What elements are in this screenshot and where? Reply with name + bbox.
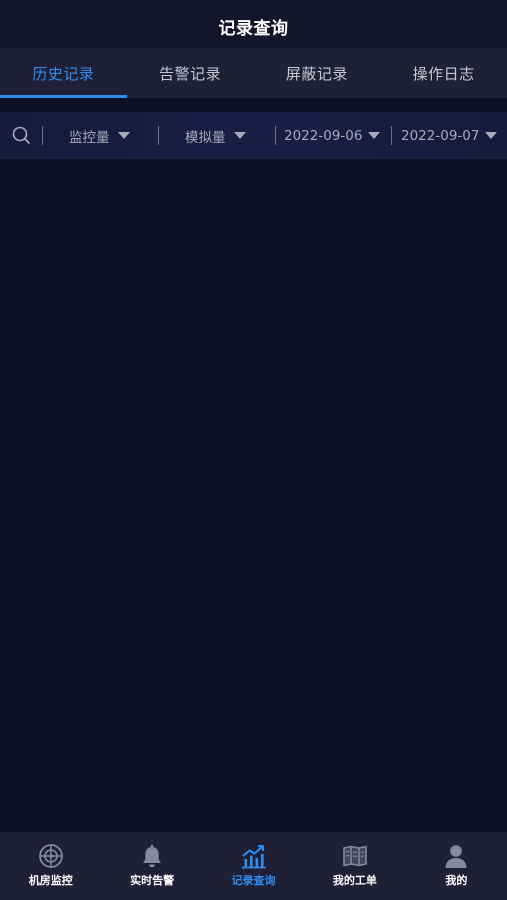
start-date-value: 2022-09-06 [284,127,363,144]
tab-history-records[interactable]: 历史记录 [0,48,127,98]
work-order-icon [342,843,368,869]
end-date-picker[interactable]: 2022-09-07 [401,112,498,159]
radar-icon [38,843,64,869]
caret-down-icon [233,132,246,139]
bell-icon [139,843,165,869]
record-tabs: 历史记录 告警记录 屏蔽记录 操作日志 [0,48,507,98]
tab-alarm-records[interactable]: 告警记录 [127,48,254,98]
monitor-point-value: 监控量 [69,129,110,146]
tab-shield-records[interactable]: 屏蔽记录 [254,48,381,98]
bottom-nav: 机房监控 实时告警 记录查询 我的工单 我的 [0,832,507,900]
nav-item-room-monitor[interactable]: 机房监控 [0,832,101,900]
end-date-value: 2022-09-07 [401,127,480,144]
filter-divider [158,126,159,145]
tab-operation-log[interactable]: 操作日志 [380,48,507,98]
quantity-type-dropdown[interactable]: 模拟量 [185,112,246,159]
filter-divider [275,126,276,145]
filter-divider [391,126,392,145]
app-header: 记录查询 [0,0,507,48]
caret-down-icon [117,132,130,139]
start-date-picker[interactable]: 2022-09-06 [284,112,381,159]
caret-down-icon [485,132,498,139]
monitor-point-dropdown[interactable]: 监控量 [69,112,130,159]
nav-item-work-orders[interactable]: 我的工单 [304,832,405,900]
filter-divider [42,126,43,145]
page-title: 记录查询 [218,18,289,39]
user-icon [443,843,469,869]
nav-label: 记录查询 [231,874,276,887]
quantity-type-value: 模拟量 [185,129,226,146]
nav-label: 我的 [445,874,468,887]
filter-bar: 监控量 模拟量 2022-09-06 2022-09-07 [0,112,507,159]
search-icon[interactable] [10,124,32,146]
records-list [0,159,507,832]
chart-icon [241,843,267,869]
nav-label: 我的工单 [332,874,377,887]
nav-item-realtime-alarm[interactable]: 实时告警 [101,832,202,900]
nav-item-profile[interactable]: 我的 [406,832,507,900]
nav-label: 机房监控 [28,874,73,887]
nav-label: 实时告警 [130,874,175,887]
nav-item-record-query[interactable]: 记录查询 [203,832,304,900]
caret-down-icon [368,132,381,139]
